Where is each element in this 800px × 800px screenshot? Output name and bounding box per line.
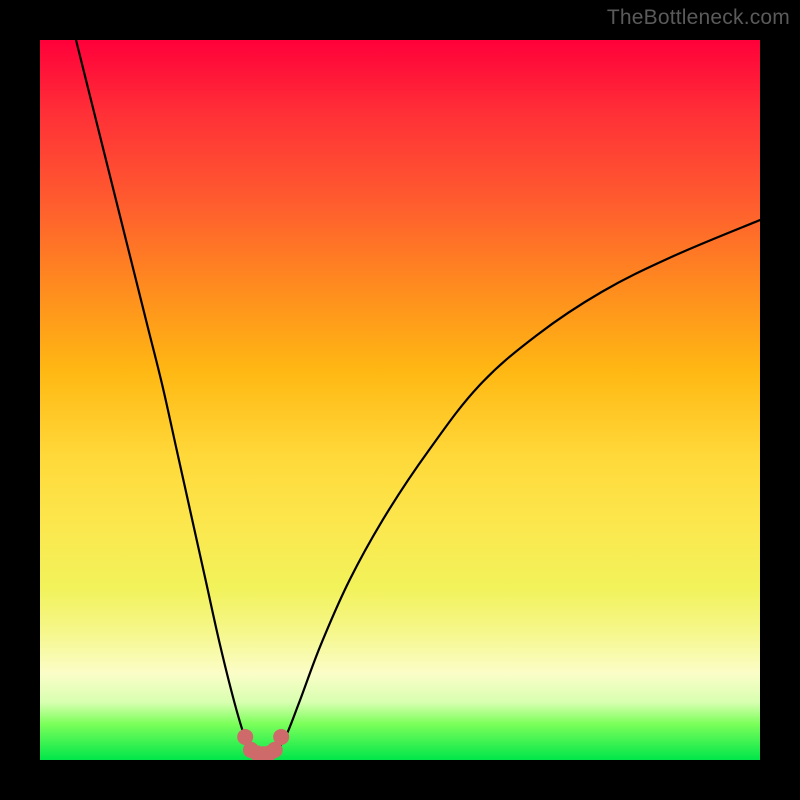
curve-group — [76, 40, 760, 757]
plot-area — [40, 40, 760, 760]
chart-frame: TheBottleneck.com — [0, 0, 800, 800]
bottleneck-curve — [76, 40, 760, 757]
watermark-text: TheBottleneck.com — [607, 6, 790, 30]
highlight-dot — [273, 729, 289, 745]
marker-group — [237, 729, 289, 760]
curve-svg — [40, 40, 760, 760]
